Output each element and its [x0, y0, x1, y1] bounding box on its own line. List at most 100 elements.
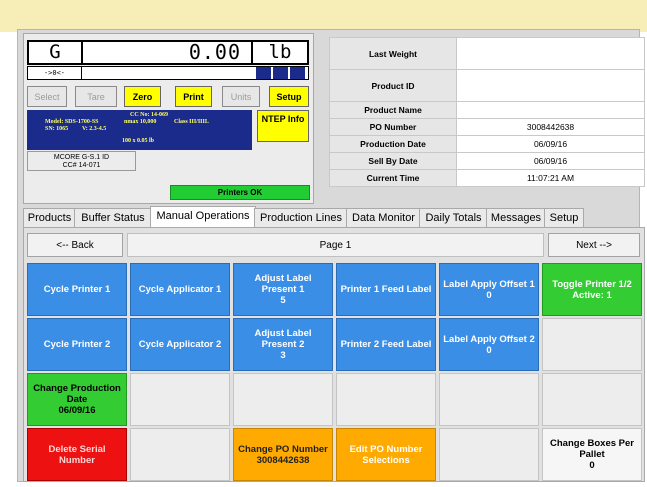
mcore-cc: CC# 14-071 [62, 162, 101, 169]
zero-button[interactable]: Zero [124, 86, 161, 107]
info-label: Product Name [329, 101, 457, 119]
change-po-number-button[interactable]: Change PO Number 3008442638 [233, 428, 333, 481]
info-value [456, 101, 645, 119]
empty-cell [542, 373, 642, 426]
button-label: Printer 1 Feed Label [340, 284, 432, 295]
button-value: 5 [280, 295, 286, 306]
empty-cell [130, 373, 230, 426]
button-label: Change Boxes Per Pallet [550, 438, 634, 460]
button-value: 0 [486, 289, 492, 301]
info-label: PO Number [329, 118, 457, 136]
info-value [456, 37, 645, 70]
mcore-label: MCORE G-S.1 ID CC# 14-071 [27, 151, 136, 171]
info-label: Sell By Date [329, 152, 457, 170]
scale-mode: G [29, 42, 83, 63]
button-label: Label Apply Offset 2 [443, 333, 535, 345]
serial-label: SN: 1065 [45, 126, 69, 132]
info-value [456, 69, 645, 102]
scale-display: G 0.00 lb [27, 40, 309, 65]
print-button[interactable]: Print [175, 86, 212, 107]
tab-products[interactable]: Products [23, 208, 76, 228]
empty-cell [336, 373, 436, 426]
info-label: Last Weight [329, 37, 457, 70]
adjust-label-present-2-button[interactable]: Adjust Label Present 23 [233, 318, 333, 371]
label-apply-offset-1-button[interactable]: Label Apply Offset 10 [439, 263, 539, 316]
empty-cell [439, 428, 539, 481]
button-label: Change PO Number [238, 443, 328, 455]
button-value: 06/09/16 [58, 405, 96, 416]
empty-cell [542, 318, 642, 371]
button-label: Delete Serial Number [48, 443, 106, 466]
delete-serial-number-button[interactable]: Delete Serial Number [27, 428, 127, 481]
tare-button[interactable]: Tare [75, 86, 117, 107]
info-label: Current Time [329, 169, 457, 187]
tab-buffer-status[interactable]: Buffer Status [74, 208, 152, 228]
button-label: Toggle Printer 1/2 [552, 278, 632, 290]
tab-messages[interactable]: Messages [486, 208, 546, 228]
button-label: Printer 2 Feed Label [340, 339, 432, 350]
button-value: 3 [280, 350, 286, 361]
status-light [255, 67, 271, 79]
scale-certification-info: CC No: 14-069 Model: SDS-1700-SS nmax 10… [27, 110, 252, 150]
back-button[interactable]: <-- Back [27, 233, 123, 257]
button-label: Cycle Printer 2 [43, 339, 111, 350]
edit-po-number-selections-button[interactable]: Edit PO Number Selections [336, 428, 436, 481]
button-value: 0 [589, 460, 595, 471]
button-label: Cycle Applicator 1 [138, 284, 222, 295]
printer-1-feed-label-button[interactable]: Printer 1 Feed Label [336, 263, 436, 316]
page-label: Page 1 [127, 233, 544, 257]
tab-setup[interactable]: Setup [544, 208, 584, 228]
cycle-printer-2-button[interactable]: Cycle Printer 2 [27, 318, 127, 371]
ntep-info-button[interactable]: NTEP Info [257, 110, 309, 142]
tab-bar: Products Buffer Status Manual Operations… [23, 206, 643, 228]
info-row: Product Name [329, 101, 645, 119]
setup-button[interactable]: Setup [269, 86, 309, 107]
button-label: Cycle Printer 1 [43, 284, 111, 295]
product-info-table: Last Weight Product ID Product Name PO N… [329, 37, 645, 187]
units-button[interactable]: Units [222, 86, 260, 107]
cycle-applicator-1-button[interactable]: Cycle Applicator 1 [130, 263, 230, 316]
change-production-date-button[interactable]: Change Production Date 06/09/16 [27, 373, 127, 426]
printer-2-feed-label-button[interactable]: Printer 2 Feed Label [336, 318, 436, 371]
tab-production-lines[interactable]: Production Lines [254, 208, 348, 228]
scale-unit: lb [268, 41, 292, 63]
mcore-id: MCORE G-S.1 ID [53, 154, 110, 161]
info-row: Current Time 11:07:21 AM [329, 169, 645, 187]
status-light [272, 67, 288, 79]
info-value: 11:07:21 AM [456, 169, 645, 187]
tab-data-monitor[interactable]: Data Monitor [346, 208, 421, 228]
info-row: Product ID [329, 69, 645, 102]
info-value: 06/09/16 [456, 152, 645, 170]
button-label: Label Apply Offset 1 [443, 278, 535, 290]
label-apply-offset-2-button[interactable]: Label Apply Offset 20 [439, 318, 539, 371]
button-label: Adjust Label Present 2 [254, 328, 312, 350]
button-label: Edit PO Number Selections [349, 443, 423, 466]
empty-cell [233, 373, 333, 426]
change-boxes-per-pallet-button[interactable]: Change Boxes Per Pallet 0 [542, 428, 642, 481]
select-button[interactable]: Select [27, 86, 67, 107]
capacity-label: 100 x 0.05 lb [122, 138, 155, 144]
scale-status-row: ->0<- [27, 66, 309, 80]
next-button[interactable]: Next --> [548, 233, 640, 257]
empty-cell [130, 428, 230, 481]
scale-weight: 0.00 [83, 42, 253, 63]
tab-manual-operations[interactable]: Manual Operations [150, 206, 256, 228]
tab-daily-totals[interactable]: Daily Totals [419, 208, 488, 228]
button-value: 3008442638 [256, 454, 310, 466]
button-label: Change Production Date [33, 383, 121, 405]
zero-indicator: ->0<- [28, 67, 82, 79]
top-band [0, 0, 647, 32]
toggle-printer-button[interactable]: Toggle Printer 1/2 Active: 1 [542, 263, 642, 316]
info-row: Last Weight [329, 37, 645, 70]
cycle-printer-1-button[interactable]: Cycle Printer 1 [27, 263, 127, 316]
button-value: 0 [486, 344, 492, 356]
info-label: Product ID [329, 69, 457, 102]
button-label: Cycle Applicator 2 [138, 339, 222, 350]
printers-status: Printers OK [170, 185, 310, 200]
info-row: Sell By Date 06/09/16 [329, 152, 645, 170]
empty-cell [439, 373, 539, 426]
info-value: 3008442638 [456, 118, 645, 136]
info-value: 06/09/16 [456, 135, 645, 153]
cycle-applicator-2-button[interactable]: Cycle Applicator 2 [130, 318, 230, 371]
adjust-label-present-1-button[interactable]: Adjust Label Present 15 [233, 263, 333, 316]
